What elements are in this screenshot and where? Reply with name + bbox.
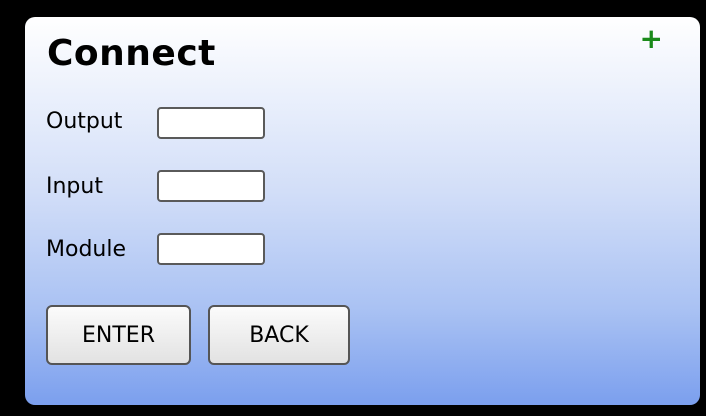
back-button[interactable]: BACK [208,305,350,365]
connect-dialog: Connect + Output Input Module ENTER BACK [25,17,700,405]
output-field[interactable] [157,107,265,139]
input-label: Input [46,174,103,199]
output-label: Output [46,109,123,134]
dialog-title: Connect [47,33,216,74]
input-field[interactable] [157,170,265,202]
plus-icon[interactable]: + [640,25,663,53]
module-field[interactable] [157,233,265,265]
enter-button[interactable]: ENTER [46,305,191,365]
module-label: Module [46,237,126,262]
